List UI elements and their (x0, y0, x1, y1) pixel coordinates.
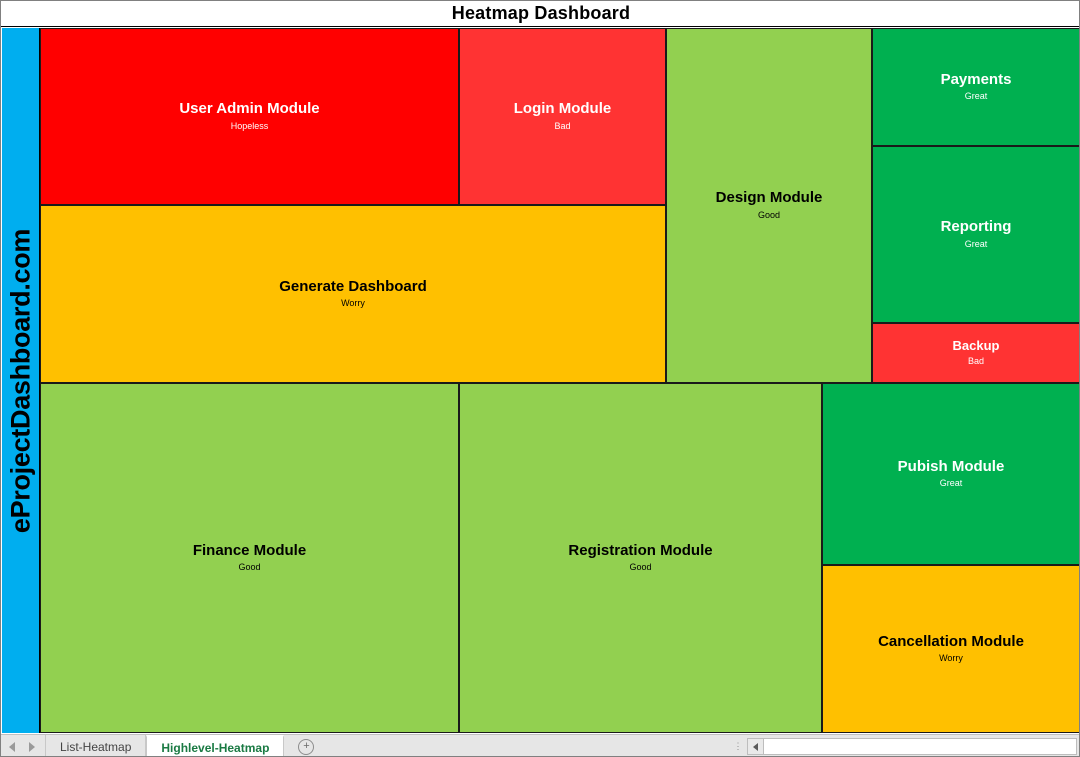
tile-status: Worry (939, 653, 963, 664)
sheet-tab[interactable]: Highlevel-Heatmap (146, 735, 285, 756)
tile-label: Backup (952, 337, 1000, 353)
tile-status: Bad (967, 356, 984, 367)
tile-status: Good (757, 209, 781, 220)
heatmap-canvas: User Admin Module Hopeless Login Module Bad… (40, 28, 1079, 733)
scroll-track[interactable] (764, 738, 1077, 755)
next-sheet-arrow-icon[interactable] (29, 741, 35, 752)
heatmap-tile[interactable]: Reporting Great (872, 146, 1079, 323)
tile-status: Good (238, 562, 261, 573)
tile-label: Finance Module (192, 541, 307, 559)
add-sheet-button[interactable]: + (284, 735, 328, 756)
sheet-tab-bar: List-Heatmap Highlevel-Heatmap + ⋮ (1, 734, 1079, 756)
tile-label: Login Module (513, 100, 612, 118)
tile-label: Pubish Module (897, 457, 1005, 475)
prev-sheet-arrow-icon[interactable] (9, 741, 15, 752)
tile-label: Cancellation Module (878, 632, 1024, 650)
plus-icon: + (298, 738, 315, 755)
tile-status: Great (964, 91, 988, 102)
excel-heatmap-window: Heatmap Dashboard eProjectDashboard.com … (0, 0, 1080, 757)
heatmap-tile[interactable]: Backup Bad (872, 323, 1079, 383)
tile-status: Hopeless (230, 120, 269, 131)
sheet-tab-label: List-Heatmap (60, 739, 132, 754)
sheet-nav-arrows (1, 735, 45, 756)
tile-label: Payments (940, 70, 1012, 88)
split-dot: ⋮ (733, 741, 743, 751)
heatmap-tile[interactable]: Generate Dashboard Worry (40, 205, 666, 383)
heatmap-tile[interactable]: Design Module Good (666, 28, 872, 383)
tile-label: Registration Module (568, 541, 713, 559)
tile-status: Great (939, 478, 963, 489)
scroll-left-button[interactable] (747, 738, 764, 755)
sheet-tabs: List-Heatmap Highlevel-Heatmap (45, 735, 285, 756)
tile-status: Great (964, 238, 988, 249)
heatmap-tile[interactable]: Finance Module Good (40, 383, 459, 733)
heatmap-tile[interactable]: Login Module Bad (459, 28, 666, 205)
tile-label: Design Module (715, 189, 823, 207)
heatmap-tile[interactable]: User Admin Module Hopeless (40, 28, 459, 205)
sheet-bar-spacer (328, 735, 729, 756)
heatmap-tile[interactable]: Cancellation Module Worry (822, 565, 1079, 733)
split-handle[interactable]: ⋮ (729, 735, 747, 756)
tile-status: Bad (554, 120, 571, 131)
sheet-tab[interactable]: List-Heatmap (45, 735, 147, 756)
heatmap-tile[interactable]: Payments Great (872, 28, 1079, 146)
scroll-left-arrow-icon (753, 742, 758, 751)
tile-label: Reporting (940, 218, 1012, 236)
tile-status: Worry (341, 298, 365, 309)
dashboard-title-bar: Heatmap Dashboard (1, 1, 1079, 27)
horizontal-scrollbar[interactable] (747, 735, 1079, 756)
tile-label: User Admin Module (179, 100, 320, 118)
sheet-tab-label: Highlevel-Heatmap (161, 740, 270, 755)
heatmap-tile[interactable]: Registration Module Good (459, 383, 822, 733)
brand-label: eProjectDashboard.com (5, 228, 35, 533)
brand-strip: eProjectDashboard.com (2, 28, 40, 733)
tile-label: Generate Dashboard (279, 277, 427, 295)
page-title: Heatmap Dashboard (451, 3, 631, 23)
tile-status: Good (629, 562, 652, 573)
heatmap-tile[interactable]: Pubish Module Great (822, 383, 1079, 565)
